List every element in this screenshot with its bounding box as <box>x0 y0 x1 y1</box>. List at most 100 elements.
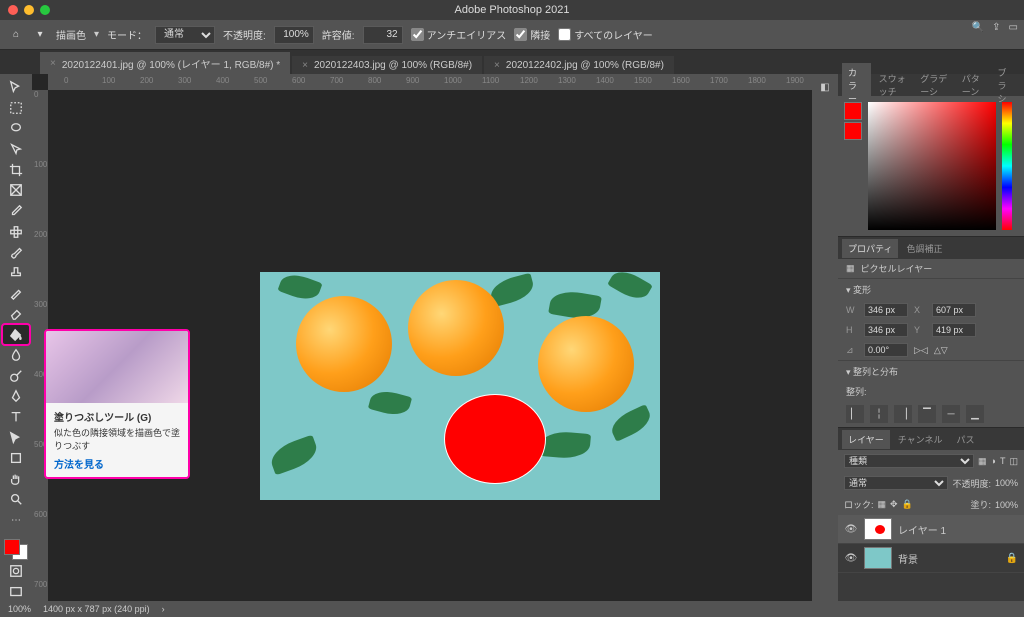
layer-thumbnail[interactable] <box>864 518 892 540</box>
type-tool[interactable] <box>3 408 29 427</box>
layer-filter[interactable]: 種類 <box>844 454 974 468</box>
visibility-icon[interactable]: 👁 <box>844 553 858 564</box>
frame-tool[interactable] <box>3 181 29 200</box>
layer-item[interactable]: 👁 背景 🔒 <box>838 544 1024 573</box>
hand-tool[interactable] <box>3 470 29 489</box>
width-input[interactable] <box>864 303 908 317</box>
search-icon[interactable]: 🔍 <box>972 22 984 33</box>
tab-paths[interactable]: パス <box>950 430 980 449</box>
tool-preset-icon[interactable]: ▾ <box>32 27 48 43</box>
layer-list: 👁 レイヤー 1 👁 背景 🔒 <box>838 515 1024 601</box>
quickmask-tool[interactable] <box>3 562 29 581</box>
tolerance-label: 許容値: <box>322 27 355 42</box>
shape-tool[interactable] <box>3 449 29 468</box>
tab-doc3[interactable]: ×2020122402.jpg @ 100% (RGB/8#) <box>484 56 674 75</box>
hue-slider[interactable] <box>1002 102 1012 230</box>
align-right-icon[interactable]: ▕ <box>894 405 912 423</box>
align-header[interactable]: ▾ 整列と分布 <box>838 360 1024 382</box>
tab-adjustments[interactable]: 色調補正 <box>900 239 948 258</box>
chevron-right-icon[interactable]: › <box>162 604 165 614</box>
contiguous-check[interactable]: 隣接 <box>514 27 550 42</box>
layer-name[interactable]: レイヤー 1 <box>898 522 946 537</box>
pen-tool[interactable] <box>3 387 29 406</box>
stamp-tool[interactable] <box>3 263 29 282</box>
healing-tool[interactable] <box>3 222 29 241</box>
fill-opacity[interactable]: 100% <box>995 500 1018 510</box>
selection-tool[interactable] <box>3 140 29 159</box>
flip-h-icon[interactable]: ▷◁ <box>914 345 928 356</box>
y-input[interactable] <box>932 323 976 337</box>
opacity-input[interactable] <box>274 26 314 44</box>
align-center-h-icon[interactable]: ╎ <box>870 405 888 423</box>
history-brush-tool[interactable] <box>3 284 29 303</box>
align-left-icon[interactable]: ▏ <box>846 405 864 423</box>
layer-item[interactable]: 👁 レイヤー 1 <box>838 515 1024 544</box>
close-icon[interactable]: × <box>494 60 500 71</box>
blend-mode-select[interactable]: 通常 <box>844 476 948 490</box>
artboard[interactable] <box>260 272 660 500</box>
filter-icon[interactable]: ▦ <box>978 456 987 467</box>
panel-icon[interactable]: ◧ <box>820 82 829 93</box>
close-window[interactable] <box>8 5 18 15</box>
move-tool[interactable] <box>3 78 29 97</box>
filter-icon[interactable]: ◫ <box>1009 456 1018 467</box>
height-input[interactable] <box>864 323 908 337</box>
antialias-check[interactable]: アンチエイリアス <box>411 27 507 42</box>
x-input[interactable] <box>932 303 976 317</box>
blend-select-arrow[interactable]: ▾ <box>94 29 99 40</box>
align-bottom-icon[interactable]: ▁ <box>966 405 984 423</box>
tab-doc1[interactable]: ×2020122401.jpg @ 100% (レイヤー 1, RGB/8#) … <box>40 52 290 75</box>
foreground-color[interactable] <box>4 539 20 555</box>
fg-swatch[interactable] <box>844 102 862 120</box>
header-right: 🔍 ⇪ ▭ <box>972 22 1018 33</box>
tab-layers[interactable]: レイヤー <box>842 430 890 449</box>
lock-position-icon[interactable]: ✥ <box>890 499 898 510</box>
zoom-level[interactable]: 100% <box>8 604 31 614</box>
flip-v-icon[interactable]: △▽ <box>934 345 948 356</box>
transform-header[interactable]: ▾ 変形 <box>838 278 1024 300</box>
color-swatches[interactable] <box>4 539 28 559</box>
lasso-tool[interactable] <box>3 119 29 138</box>
layer-opacity[interactable]: 100% <box>995 478 1018 488</box>
eyedropper-tool[interactable] <box>3 202 29 221</box>
layer-thumbnail[interactable] <box>864 547 892 569</box>
visibility-icon[interactable]: 👁 <box>844 524 858 535</box>
zoom-tool[interactable] <box>3 490 29 509</box>
close-icon[interactable]: × <box>50 58 56 69</box>
tooltip-link[interactable]: 方法を見る <box>54 456 180 471</box>
saturation-value-field[interactable] <box>868 102 996 230</box>
tab-doc2[interactable]: ×2020122403.jpg @ 100% (RGB/8#) <box>292 56 482 75</box>
lock-pixels-icon[interactable]: ▦ <box>878 499 887 510</box>
maximize-window[interactable] <box>40 5 50 15</box>
tolerance-input[interactable] <box>363 26 403 44</box>
filter-icon[interactable]: ◑ <box>991 456 996 466</box>
path-tool[interactable] <box>3 428 29 447</box>
close-icon[interactable]: × <box>302 60 308 71</box>
home-icon[interactable]: ⌂ <box>8 27 24 43</box>
paint-bucket-tool[interactable] <box>3 325 29 344</box>
minimize-window[interactable] <box>24 5 34 15</box>
tab-properties[interactable]: プロパティ <box>842 239 898 258</box>
workspace-icon[interactable]: ▭ <box>1009 22 1018 33</box>
opacity-label: 不透明度: <box>223 27 266 42</box>
alllayers-check[interactable]: すべてのレイヤー <box>558 27 653 42</box>
blur-tool[interactable] <box>3 346 29 365</box>
lock-all-icon[interactable]: 🔒 <box>902 499 913 510</box>
filter-icon[interactable]: T <box>1000 456 1006 466</box>
layer-name[interactable]: 背景 <box>898 551 918 566</box>
crop-tool[interactable] <box>3 160 29 179</box>
angle-input[interactable] <box>864 343 908 357</box>
screenmode-tool[interactable] <box>3 582 29 601</box>
dodge-tool[interactable] <box>3 367 29 386</box>
eraser-tool[interactable] <box>3 305 29 324</box>
bg-swatch[interactable] <box>844 122 862 140</box>
tab-channels[interactable]: チャンネル <box>892 430 949 449</box>
share-icon[interactable]: ⇪ <box>992 22 1000 33</box>
align-center-v-icon[interactable]: ─ <box>942 405 960 423</box>
doc-info[interactable]: 1400 px x 787 px (240 ppi) <box>43 604 150 614</box>
edit-toolbar[interactable]: ⋯ <box>3 511 29 530</box>
align-top-icon[interactable]: ▔ <box>918 405 936 423</box>
brush-tool[interactable] <box>3 243 29 262</box>
marquee-tool[interactable] <box>3 99 29 118</box>
mode-select[interactable]: 通常 <box>155 26 215 44</box>
